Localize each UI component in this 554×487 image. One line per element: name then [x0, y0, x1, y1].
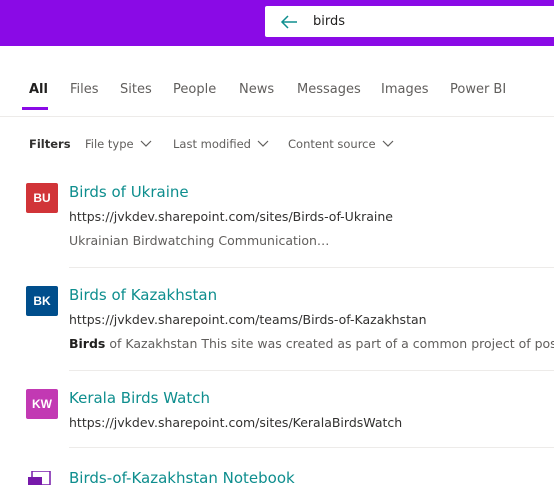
tab-people[interactable]: People: [173, 78, 216, 104]
filters-bar: Filters File type Last modified Content …: [0, 134, 554, 154]
tab-power-bi[interactable]: Power BI: [450, 78, 506, 104]
onenote-notebook-icon: [28, 471, 51, 485]
site-avatar: KW: [26, 389, 58, 419]
result-item[interactable]: KW Kerala Birds Watch https://jvkdev.sha…: [0, 389, 554, 449]
filter-content-source-label: Content source: [288, 137, 376, 151]
result-divider: [69, 447, 554, 448]
filters-label: Filters: [29, 137, 71, 151]
result-item[interactable]: Birds-of-Kazakhstan Notebook: [0, 469, 554, 487]
active-tab-indicator: [22, 107, 48, 110]
result-title-link[interactable]: Kerala Birds Watch: [69, 389, 210, 407]
chevron-down-icon: [257, 140, 269, 147]
result-item[interactable]: BK Birds of Kazakhstan https://jvkdev.sh…: [0, 286, 554, 371]
highlight-term: Birds: [69, 336, 106, 351]
description-text: of Kazakhstan This site was created as p…: [105, 336, 554, 351]
tab-sites[interactable]: Sites: [120, 78, 152, 104]
result-description: Birds of Kazakhstan This site was create…: [69, 336, 554, 351]
result-description: Ukrainian Birdwatching Communication…: [69, 233, 330, 248]
tab-news[interactable]: News: [239, 78, 274, 104]
tab-files[interactable]: Files: [70, 78, 99, 104]
result-divider: [69, 370, 554, 371]
top-bar: [0, 0, 554, 46]
back-arrow-icon[interactable]: [279, 12, 299, 32]
search-input[interactable]: [313, 6, 553, 37]
result-title-link[interactable]: Birds of Ukraine: [69, 183, 189, 201]
site-avatar: BU: [26, 183, 58, 213]
filter-last-modified-label: Last modified: [173, 137, 251, 151]
filter-file-type-label: File type: [85, 137, 134, 151]
tab-all[interactable]: All: [29, 78, 48, 104]
result-url: https://jvkdev.sharepoint.com/teams/Bird…: [69, 312, 427, 327]
filter-content-source[interactable]: Content source: [288, 134, 394, 154]
filter-file-type[interactable]: File type: [85, 134, 152, 154]
chevron-down-icon: [382, 140, 394, 147]
tab-messages[interactable]: Messages: [297, 78, 361, 104]
site-avatar: BK: [26, 286, 58, 316]
chevron-down-icon: [140, 140, 152, 147]
tab-images[interactable]: Images: [381, 78, 429, 104]
result-url: https://jvkdev.sharepoint.com/sites/Kera…: [69, 415, 403, 430]
result-url: https://jvkdev.sharepoint.com/sites/Bird…: [69, 209, 393, 224]
filter-last-modified[interactable]: Last modified: [173, 134, 269, 154]
result-title-link[interactable]: Birds of Kazakhstan: [69, 286, 217, 304]
result-item[interactable]: BU Birds of Ukraine https://jvkdev.share…: [0, 183, 554, 268]
search-box[interactable]: [265, 6, 554, 37]
result-divider: [69, 267, 554, 268]
tabs-divider: [0, 116, 554, 117]
result-tabs: All Files Sites People News Messages Ima…: [0, 78, 554, 108]
result-title-link[interactable]: Birds-of-Kazakhstan Notebook: [69, 469, 295, 487]
